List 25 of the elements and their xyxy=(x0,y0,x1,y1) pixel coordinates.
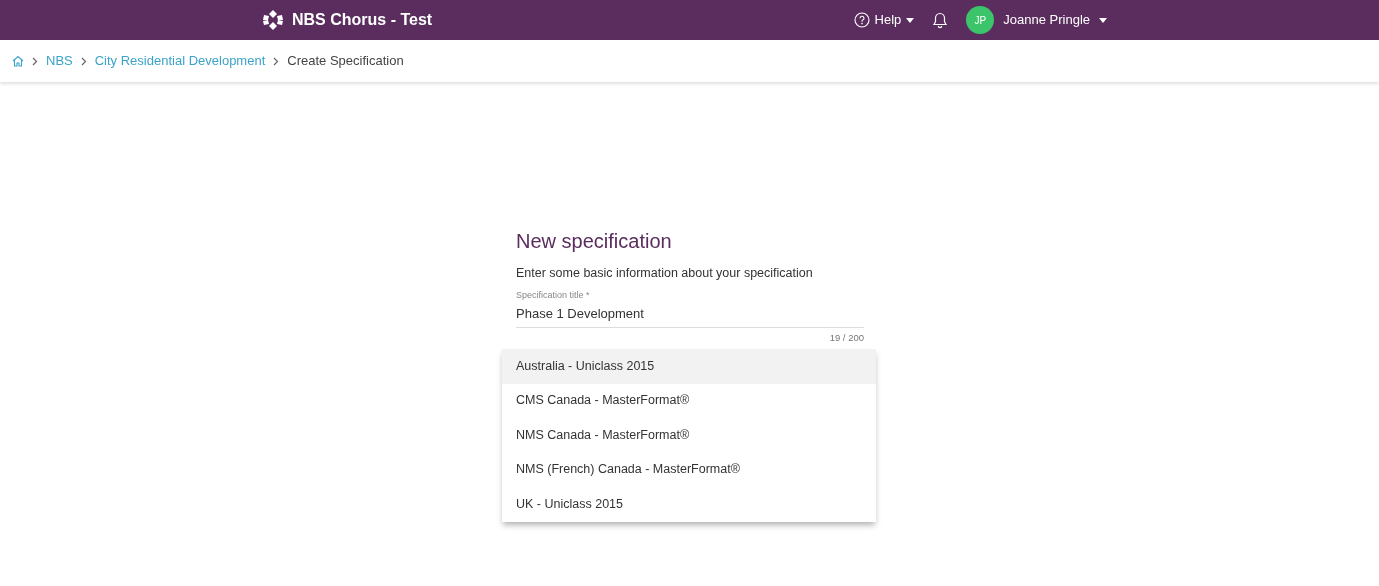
dropdown-option[interactable]: NMS (French) Canada - MasterFormat® xyxy=(502,452,876,487)
notification-bell-icon[interactable] xyxy=(932,11,949,29)
title-field[interactable]: Phase 1 Development xyxy=(516,302,864,328)
user-name: Joanne Pringle xyxy=(1003,11,1090,30)
user-avatar: JP xyxy=(966,6,995,34)
caret-icon xyxy=(906,17,915,23)
caret-icon xyxy=(1099,17,1107,23)
home-icon[interactable] xyxy=(12,55,24,67)
help-icon xyxy=(853,12,870,28)
field-label: Specification title * xyxy=(516,288,591,302)
breadcrumb-current: Create Specification xyxy=(287,52,404,71)
help-menu[interactable]: Help xyxy=(853,10,915,30)
chevron-right-icon xyxy=(32,56,38,66)
form-heading: New specification xyxy=(516,229,673,254)
dropdown-option[interactable]: Australia - Uniclass 2015 xyxy=(502,349,876,384)
dropdown-option[interactable]: UK - Uniclass 2015 xyxy=(502,487,876,522)
app-title: NBS Chorus - Test xyxy=(292,10,433,30)
character-counter: 19 / 200 xyxy=(828,330,864,345)
chevron-right-icon xyxy=(80,56,87,66)
user-menu[interactable]: JP Joanne Pringle xyxy=(966,6,1107,34)
form-description: Enter some basic information about your specification xyxy=(516,265,814,282)
chevron-right-icon xyxy=(273,56,280,66)
logo-icon xyxy=(262,9,284,31)
dropdown-option[interactable]: CMS Canada - MasterFormat® xyxy=(502,383,876,418)
dropdown-option[interactable]: NMS Canada - MasterFormat® xyxy=(502,418,876,453)
